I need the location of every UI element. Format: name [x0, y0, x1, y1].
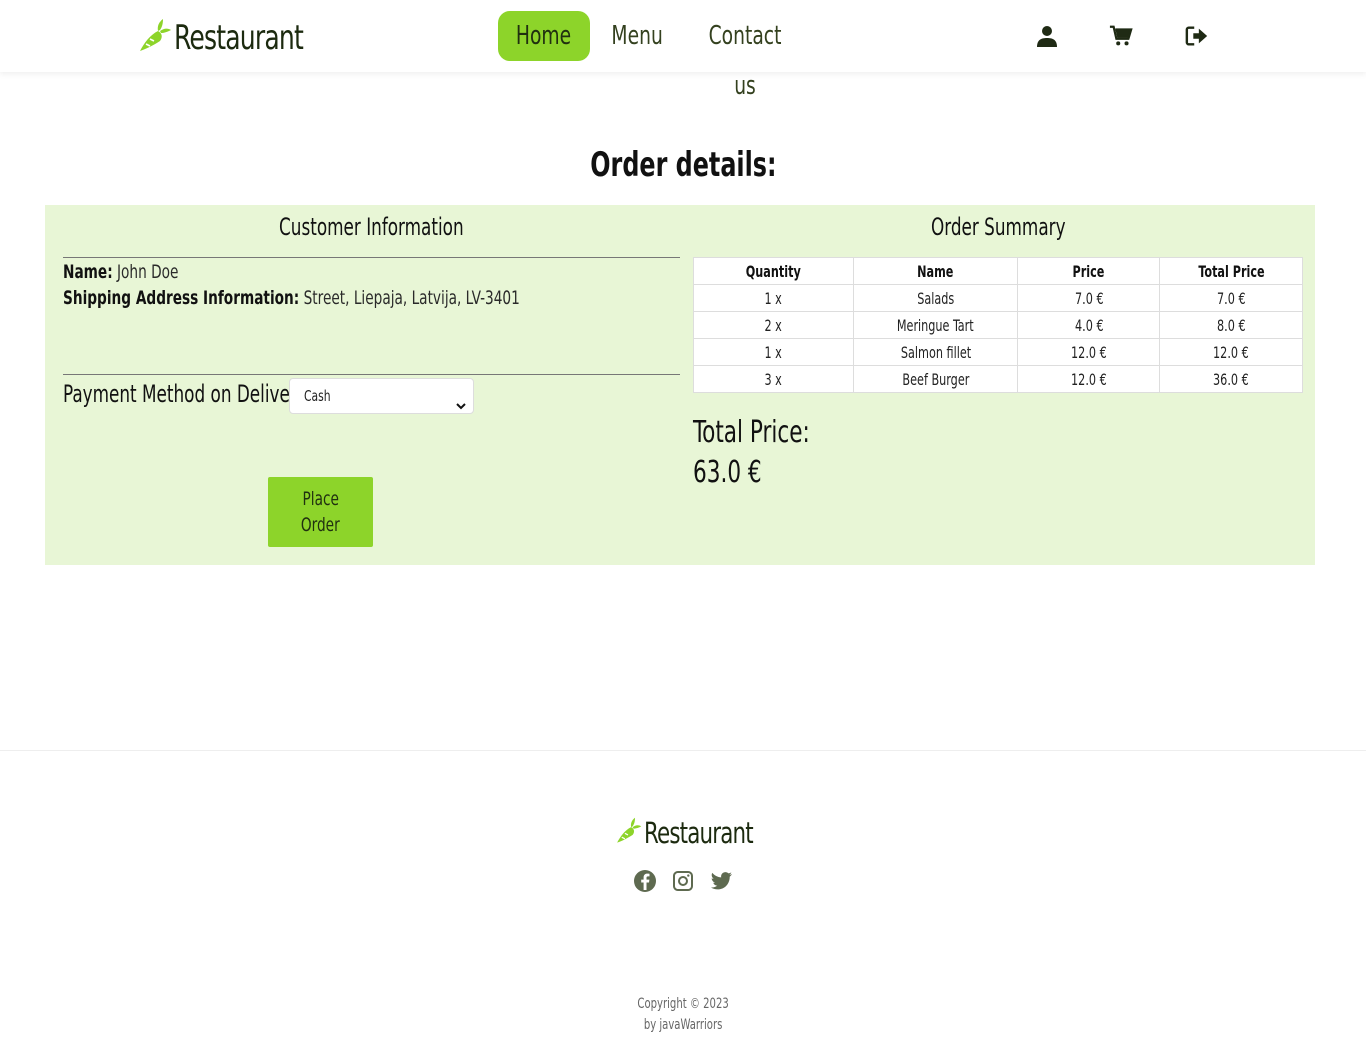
table-header-row: Quantity Name Price Total Price: [693, 257, 1303, 285]
table-cell: 36.0 €: [1159, 365, 1303, 393]
customer-info-title: Customer Information: [279, 213, 464, 241]
table-row: 2 x Meringue Tart 4.0 € 8.0 €: [693, 311, 1303, 339]
footer-brand-name: Restaurant: [644, 816, 754, 850]
twitter-icon[interactable]: [709, 869, 733, 893]
table-cell: Salads: [852, 284, 1019, 312]
copyright-text: Copyright © 2023: [637, 996, 729, 1012]
table-cell: Beef Burger: [852, 365, 1019, 393]
social-links: [633, 869, 733, 893]
order-summary-table: Quantity Name Price Total Price 1 x Sala…: [693, 257, 1303, 393]
table-row: 3 x Beef Burger 12.0 € 36.0 €: [693, 365, 1303, 393]
order-summary-title: Order Summary: [930, 213, 1066, 241]
author-text: by javaWarriors: [643, 1017, 723, 1033]
column-header: Price: [1017, 257, 1161, 285]
logout-icon[interactable]: [1184, 22, 1210, 50]
instagram-icon[interactable]: [671, 869, 695, 893]
place-order-button[interactable]: Place Order: [268, 477, 373, 547]
column-header: Total Price: [1159, 257, 1303, 285]
payment-method-label: Payment Method on Delivery:: [63, 380, 312, 408]
customer-name: Name: John Doe: [63, 261, 179, 283]
table-cell: Salmon fillet: [852, 338, 1019, 366]
table-cell: 2 x: [693, 311, 854, 339]
footer-divider: [0, 750, 1366, 751]
table-cell: 4.0 €: [1017, 311, 1161, 339]
payment-method-select[interactable]: Cash: [289, 378, 474, 414]
page-title: Order details:: [589, 145, 777, 185]
table-cell: Meringue Tart: [852, 311, 1019, 339]
table-cell: 8.0 €: [1159, 311, 1303, 339]
nav-contact-us[interactable]: Contact us: [688, 11, 802, 101]
table-cell: 12.0 €: [1017, 365, 1161, 393]
table-cell: 12.0 €: [1159, 338, 1303, 366]
user-icon[interactable]: [1034, 22, 1060, 50]
order-details-panel: Customer Information Name: John Doe Ship…: [45, 205, 1315, 565]
customer-address: Shipping Address Information: Street, Li…: [63, 287, 520, 309]
carrot-icon: [614, 815, 642, 851]
table-cell: 12.0 €: [1017, 338, 1161, 366]
column-header: Name: [852, 257, 1019, 285]
cart-icon[interactable]: [1108, 22, 1134, 50]
divider: [63, 257, 680, 258]
top-navbar: Restaurant Home Menu Contact us: [0, 0, 1366, 101]
divider: [63, 374, 680, 375]
facebook-icon[interactable]: [633, 869, 657, 893]
table-cell: 7.0 €: [1017, 284, 1161, 312]
table-row: 1 x Salmon fillet 12.0 € 12.0 €: [693, 338, 1303, 366]
main-nav: Home Menu Contact us: [498, 11, 802, 101]
carrot-icon: [136, 17, 172, 59]
column-header: Quantity: [693, 257, 854, 285]
nav-home[interactable]: Home: [498, 11, 590, 61]
brand-logo-link[interactable]: Restaurant: [136, 18, 331, 58]
table-cell: 1 x: [693, 284, 854, 312]
table-cell: 3 x: [693, 365, 854, 393]
brand-name: Restaurant: [174, 18, 304, 58]
footer-brand-link[interactable]: Restaurant: [614, 815, 777, 851]
chevron-down-icon: [455, 390, 467, 410]
table-row: 1 x Salads 7.0 € 7.0 €: [693, 284, 1303, 312]
nav-menu[interactable]: Menu: [590, 11, 684, 61]
table-cell: 7.0 €: [1159, 284, 1303, 312]
total-price-value: 63.0 €: [693, 455, 762, 490]
total-price-label: Total Price:: [693, 415, 810, 450]
table-cell: 1 x: [693, 338, 854, 366]
